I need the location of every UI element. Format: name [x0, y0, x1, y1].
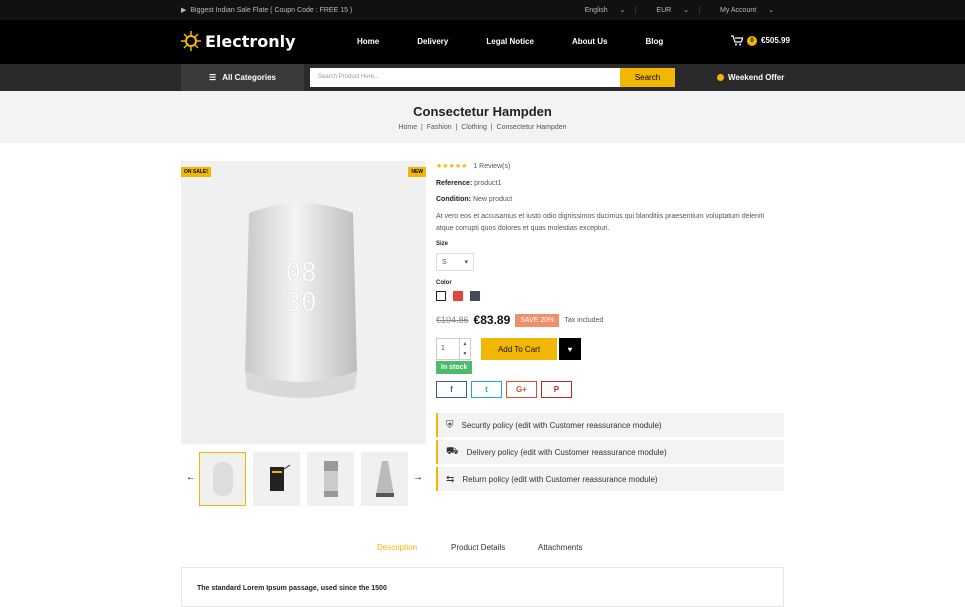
next-arrow-icon[interactable]: → — [413, 472, 423, 483]
tab-product-details[interactable]: Product Details — [451, 543, 505, 552]
discount-badge: SAVE 20% — [515, 313, 560, 327]
nav-blog[interactable]: Blog — [646, 37, 664, 46]
condition-value: New product — [472, 196, 513, 203]
breadcrumb-clothing[interactable]: Clothing — [461, 124, 487, 131]
cart-total: €505.99 — [761, 36, 790, 45]
main-header: Electronly Home Delivery Legal Notice Ab… — [0, 20, 965, 64]
svg-text:08: 08 — [285, 258, 316, 288]
category-bar: ☰ All Categories Search Product Here... … — [0, 64, 965, 91]
promo-banner: ▶ Biggest Indian Sale Flate ( Coupn Code… — [181, 6, 353, 15]
nav-about-us[interactable]: About Us — [572, 37, 608, 46]
review-count-link[interactable]: 1 Review(s) — [473, 163, 510, 170]
old-price: €104.86 — [436, 315, 469, 325]
add-to-cart-button[interactable]: Add To Cart — [481, 338, 557, 360]
return-policy: ⇆ Return policy (edit with Customer reas… — [436, 467, 784, 491]
breadcrumb-fashion[interactable]: Fashion — [427, 124, 452, 131]
tax-label: Tax included — [564, 316, 604, 324]
cart-icon — [731, 35, 743, 46]
tumbler-thumb-image — [323, 461, 338, 497]
color-swatch-dark[interactable] — [469, 291, 480, 301]
heart-icon: ♥ — [567, 344, 573, 354]
quantity-input[interactable]: 1 — [436, 338, 460, 360]
reference-value: product1 — [474, 180, 502, 187]
svg-text:30: 30 — [285, 288, 316, 318]
thumbnail-strip: ← → — [181, 450, 426, 510]
truck-icon: ⛟ — [446, 445, 459, 457]
cart-button[interactable]: 0 €505.99 — [731, 35, 790, 46]
site-logo[interactable]: Electronly — [181, 31, 296, 51]
security-policy: ⛨ Security policy (edit with Customer re… — [436, 413, 784, 437]
tab-description[interactable]: Description — [377, 543, 417, 552]
thumbnail-tumbler[interactable] — [307, 452, 354, 506]
page-header: Consectetur Hampden Home | Fashion | Clo… — [0, 91, 965, 143]
thumbnail-cone-speaker[interactable] — [361, 452, 408, 506]
account-menu[interactable]: My Account ⌄ — [699, 6, 784, 14]
cone-speaker-thumb-image — [375, 461, 394, 497]
color-swatch-white[interactable] — [436, 291, 446, 301]
product-description: At vero eos et accusamus et iusto odio d… — [436, 213, 765, 232]
product-main-image[interactable]: ON SALE! NEW 08 30 — [181, 161, 426, 444]
page-title: Consectetur Hampden — [413, 104, 552, 119]
logo-text: Electronly — [205, 31, 296, 51]
quantity-stepper[interactable]: ▲ ▼ — [460, 338, 471, 360]
share-facebook-button[interactable]: f — [436, 381, 467, 398]
rating-stars: ★★★★★ — [436, 163, 468, 170]
share-twitter-button[interactable]: t — [470, 381, 502, 398]
main-nav: Home Delivery Legal Notice About Us Blog — [357, 37, 701, 46]
share-pinterest-button[interactable]: P — [540, 381, 572, 398]
cart-count: 0 — [747, 35, 757, 46]
thumbnail-speaker[interactable] — [199, 452, 246, 506]
chip-logo-icon — [181, 31, 201, 51]
top-bar: ▶ Biggest Indian Sale Flate ( Coupn Code… — [0, 0, 965, 20]
promo-text: Biggest Indian Sale Flate ( Coupn Code :… — [190, 6, 353, 14]
size-label: Size — [436, 241, 449, 247]
wishlist-button[interactable]: ♥ — [559, 338, 581, 360]
shield-icon: ⛨ — [446, 419, 454, 431]
menu-icon: ☰ — [209, 73, 217, 82]
search-input[interactable]: Search Product Here... — [310, 68, 620, 87]
breadcrumb: Home | Fashion | Clothing | Consectetur … — [398, 124, 567, 131]
share-googleplus-button[interactable]: G+ — [505, 381, 537, 398]
stock-badge: In stock — [436, 361, 473, 374]
color-label: Color — [436, 280, 452, 286]
tab-attachments[interactable]: Attachments — [538, 543, 582, 552]
prev-arrow-icon[interactable]: ← — [186, 472, 196, 483]
decrease-icon[interactable]: ▼ — [463, 351, 468, 357]
nav-delivery[interactable]: Delivery — [417, 37, 448, 46]
router-thumb-image — [269, 464, 290, 491]
nav-legal-notice[interactable]: Legal Notice — [486, 37, 534, 46]
offer-icon — [717, 74, 724, 81]
language-selector[interactable]: English ⌄ — [565, 6, 636, 14]
size-select[interactable]: S ▾ — [436, 253, 474, 271]
caret-down-icon: ▾ — [464, 259, 468, 266]
color-swatch-red[interactable] — [452, 291, 463, 301]
thumbnail-router[interactable] — [253, 452, 300, 506]
smart-speaker-image: 08 30 — [245, 203, 357, 398]
currency-selector[interactable]: EUR ⌄ — [635, 6, 699, 14]
current-price: €83.89 — [473, 313, 511, 327]
all-categories-button[interactable]: ☰ All Categories — [181, 64, 304, 91]
search-button[interactable]: Search — [620, 68, 675, 87]
nav-home[interactable]: Home — [357, 37, 379, 46]
weekend-offer-link[interactable]: Weekend Offer — [717, 73, 784, 82]
reference-label: Reference: — [436, 180, 473, 187]
description-heading: The standard Lorem Ipsum passage, used s… — [197, 585, 387, 592]
on-sale-badge: ON SALE! — [181, 167, 211, 177]
tag-icon: ▶ — [181, 7, 187, 14]
delivery-policy: ⛟ Delivery policy (edit with Customer re… — [436, 440, 784, 464]
tab-content: The standard Lorem Ipsum passage, used s… — [181, 567, 784, 607]
increase-icon[interactable]: ▲ — [463, 341, 468, 347]
condition-label: Condition: — [436, 196, 471, 203]
breadcrumb-home[interactable]: Home — [398, 124, 417, 131]
new-badge: NEW — [408, 167, 426, 177]
breadcrumb-current: Consectetur Hampden — [496, 124, 567, 131]
exchange-icon: ⇆ — [446, 473, 455, 485]
speaker-thumb-image — [212, 462, 233, 496]
